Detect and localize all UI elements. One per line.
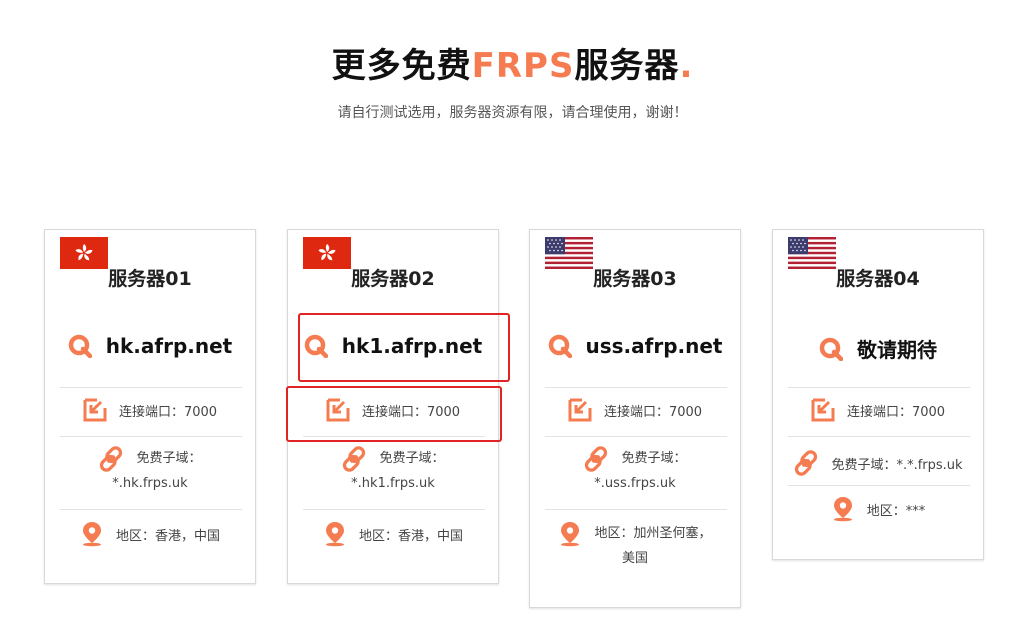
subdomain-value: *.uss.frps.uk bbox=[594, 476, 676, 491]
server-name: 服务器01 bbox=[108, 268, 192, 290]
location-pin-icon bbox=[833, 497, 852, 522]
region-block: 地区：加州圣何塞， 美国 bbox=[530, 521, 740, 571]
server-name: 服务器02 bbox=[351, 268, 435, 290]
host-row: uss.afrp.net bbox=[530, 334, 740, 358]
divider bbox=[303, 509, 485, 510]
subdomain-text: 免费子域：*.*.frps.uk bbox=[831, 457, 963, 473]
region-text: 地区：香港，中国 bbox=[115, 528, 220, 544]
link-icon bbox=[341, 446, 368, 472]
region-text: 地区：香港，中国 bbox=[358, 528, 463, 544]
port-icon bbox=[568, 398, 592, 422]
title-part2: 服务器 bbox=[574, 46, 680, 86]
port-row: 连接端口：7000 bbox=[45, 398, 255, 422]
subdomain-block: 免费子域： *.hk1.frps.uk bbox=[288, 446, 498, 496]
link-icon bbox=[98, 446, 125, 472]
port-text: 连接端口：7000 bbox=[118, 404, 218, 420]
divider bbox=[60, 509, 242, 510]
port-row: 连接端口：7000 bbox=[530, 398, 740, 422]
server-host[interactable]: hk.afrp.net bbox=[106, 334, 232, 358]
region-row: 地区：香港，中国 bbox=[45, 521, 255, 547]
host-row: hk.afrp.net bbox=[45, 334, 255, 358]
server-card-04: 服务器04 敬请期待 连接端口：7000 免费子域：*.*.frps.uk 地区… bbox=[772, 229, 984, 560]
server-card-03: 服务器03 uss.afrp.net 连接端口：7000 免费子域： *.uss… bbox=[529, 229, 741, 608]
title-highlight: FRPS bbox=[471, 46, 575, 86]
highlight-box-port bbox=[286, 386, 502, 442]
host-icon bbox=[68, 334, 92, 358]
host-row: 敬请期待 bbox=[773, 334, 983, 363]
title-dot: . bbox=[679, 46, 694, 86]
port-icon bbox=[811, 398, 835, 422]
subdomain-block: 免费子域： *.uss.frps.uk bbox=[530, 446, 740, 496]
region-text-line1: 地区：加州圣何塞， bbox=[594, 526, 712, 541]
divider bbox=[788, 387, 970, 388]
port-row: 连接端口：7000 bbox=[773, 398, 983, 422]
divider bbox=[60, 387, 242, 388]
title-part1: 更多免费 bbox=[331, 46, 472, 86]
divider bbox=[545, 509, 727, 510]
subdomain-label: 免费子域： bbox=[621, 451, 687, 466]
region-row: 地区：香港，中国 bbox=[288, 521, 498, 547]
divider bbox=[788, 485, 970, 486]
port-text: 连接端口：7000 bbox=[603, 404, 703, 420]
divider bbox=[545, 436, 727, 437]
host-icon bbox=[548, 334, 572, 358]
divider bbox=[788, 436, 970, 437]
page-subtitle: 请自行测试选用，服务器资源有限，请合理使用，谢谢！ bbox=[337, 105, 688, 121]
server-name: 服务器04 bbox=[836, 268, 920, 290]
divider bbox=[545, 387, 727, 388]
page-title: 更多免费FRPS服务器. bbox=[0, 38, 1025, 87]
subdomain-label: 免费子域： bbox=[136, 451, 202, 466]
server-name: 服务器03 bbox=[593, 268, 677, 290]
subdomain-value: *.hk.frps.uk bbox=[112, 476, 188, 491]
server-card-01: 服务器01 hk.afrp.net 连接端口：7000 免费子域： *.hk.f… bbox=[44, 229, 256, 584]
subdomain-block: 免费子域： *.hk.frps.uk bbox=[45, 446, 255, 496]
location-pin-icon bbox=[82, 522, 101, 547]
region-text: 地区：*** bbox=[866, 503, 926, 519]
port-icon bbox=[83, 398, 107, 422]
server-host: 敬请期待 bbox=[857, 338, 937, 362]
divider bbox=[60, 436, 242, 437]
server-host[interactable]: uss.afrp.net bbox=[586, 334, 723, 358]
region-text-line2: 美国 bbox=[621, 551, 648, 566]
location-pin-icon bbox=[561, 522, 580, 547]
location-pin-icon bbox=[325, 522, 344, 547]
port-text: 连接端口：7000 bbox=[846, 404, 946, 420]
subdomain-label: 免费子域： bbox=[379, 451, 445, 466]
region-row: 地区：*** bbox=[773, 496, 983, 522]
link-icon bbox=[793, 450, 820, 476]
subdomain-value: *.hk1.frps.uk bbox=[351, 476, 435, 491]
host-icon bbox=[819, 337, 843, 361]
link-icon bbox=[583, 446, 610, 472]
highlight-box-host bbox=[298, 313, 510, 382]
subdomain-row: 免费子域：*.*.frps.uk bbox=[773, 450, 983, 476]
